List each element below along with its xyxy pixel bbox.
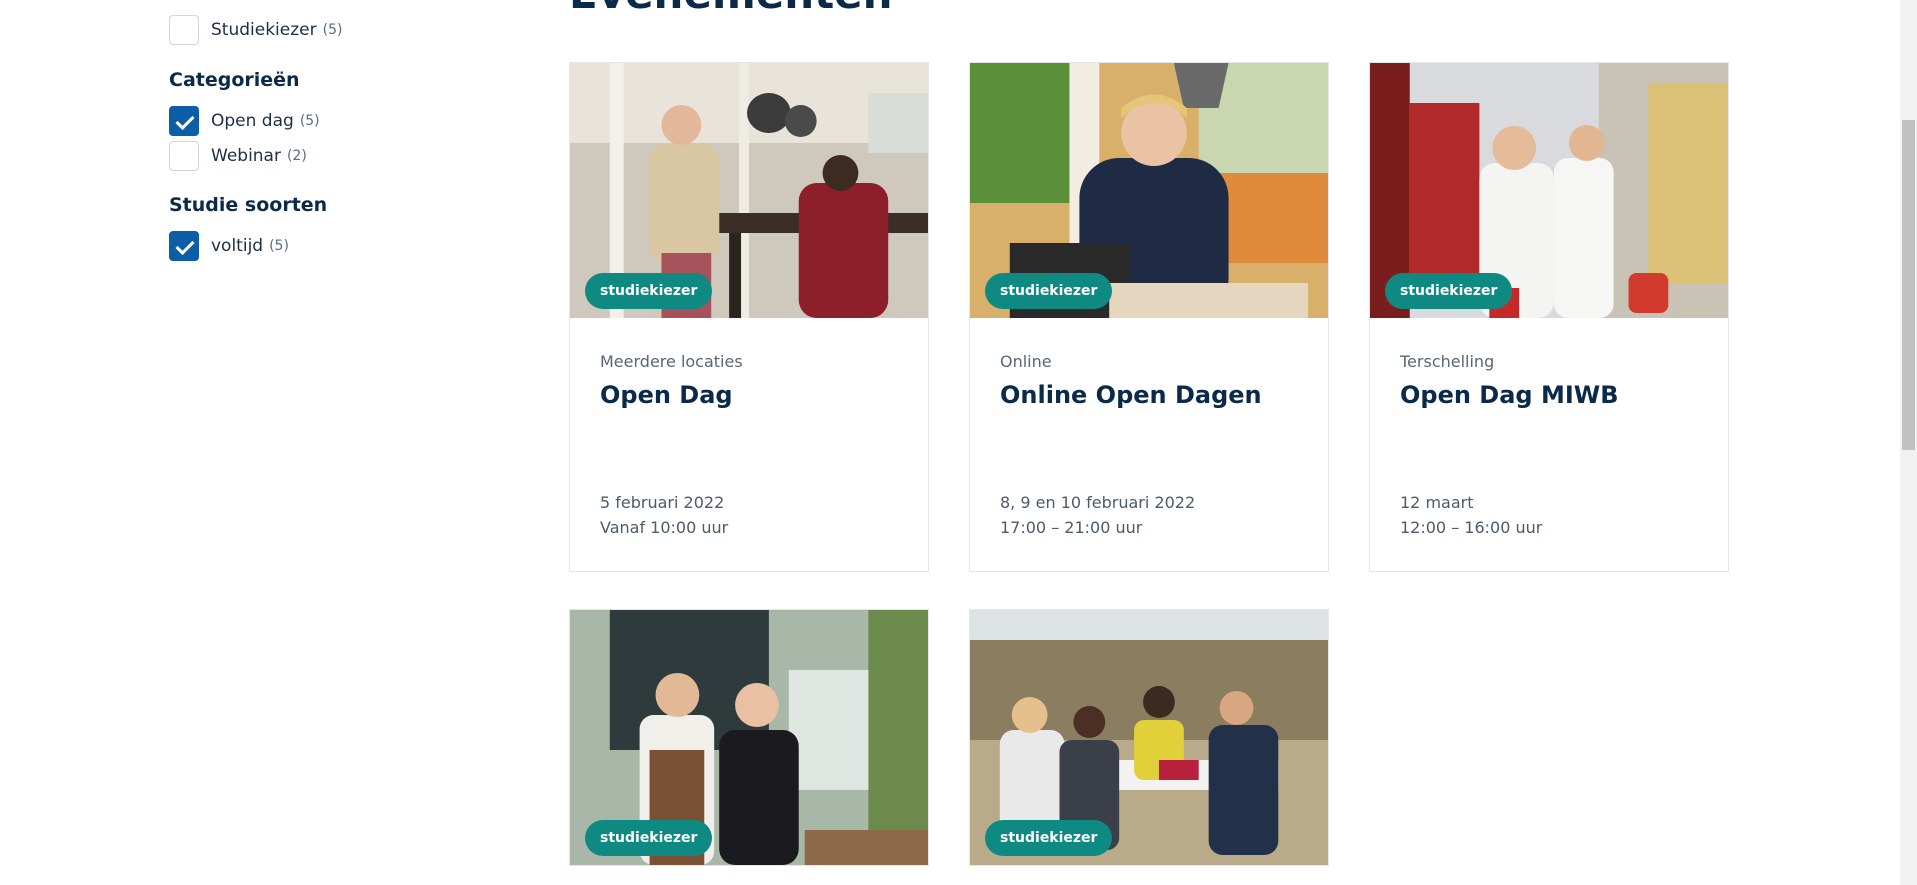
filter-label: Open dag	[211, 111, 294, 131]
event-details: Online Online Open Dagen 8, 9 en 10 febr…	[970, 318, 1328, 571]
event-photo: studiekiezer	[570, 63, 928, 318]
event-badge: studiekiezer	[585, 820, 713, 856]
event-card-4[interactable]: studiekiezer	[569, 609, 929, 866]
filter-studiekiezer[interactable]: Studiekiezer (5)	[169, 15, 342, 45]
event-badge: studiekiezer	[985, 273, 1113, 309]
filter-label: Studiekiezer	[211, 20, 317, 40]
event-location: Meerdere locaties	[600, 352, 743, 371]
filter-count: (5)	[299, 113, 320, 129]
scrollbar-thumb[interactable]	[1902, 120, 1915, 450]
event-photo: studiekiezer	[570, 610, 928, 865]
event-title[interactable]: Open Dag	[600, 381, 898, 409]
categories-heading: Categorieën	[169, 69, 300, 91]
event-time-line: 17:00 – 21:00 uur	[1000, 518, 1143, 537]
filter-count: (5)	[269, 238, 289, 254]
filter-label: Webinar	[211, 146, 281, 166]
event-location: Online	[1000, 352, 1052, 371]
event-title[interactable]: Open Dag MIWB	[1400, 381, 1698, 409]
event-date-line: 5 februari 2022	[600, 493, 725, 512]
filter-label: voltijd	[211, 236, 264, 256]
open-dag-checkbox[interactable]	[169, 106, 199, 136]
event-location: Terschelling	[1400, 352, 1495, 371]
event-card-open-dag[interactable]: studiekiezer Meerdere locaties Open Dag …	[569, 62, 929, 572]
event-details: Terschelling Open Dag MIWB 12 maart 12:0…	[1370, 318, 1728, 571]
filter-count: (5)	[322, 22, 343, 38]
event-time-line: Vanaf 10:00 uur	[600, 518, 729, 537]
event-date: 8, 9 en 10 februari 2022 17:00 – 21:00 u…	[1000, 490, 1195, 540]
event-badge: studiekiezer	[985, 820, 1113, 856]
event-card-online-open-dagen[interactable]: studiekiezer Online Online Open Dagen 8,…	[969, 62, 1329, 572]
event-date: 5 februari 2022 Vanaf 10:00 uur	[600, 490, 728, 540]
event-badge: studiekiezer	[585, 273, 713, 309]
event-photo: studiekiezer	[970, 610, 1328, 865]
webinar-checkbox[interactable]	[169, 141, 199, 171]
filter-webinar[interactable]: Webinar (2)	[169, 141, 307, 171]
study-types-heading: Studie soorten	[169, 194, 328, 216]
event-title[interactable]: Online Open Dagen	[1000, 381, 1298, 409]
filter-open-dag[interactable]: Open dag (5)	[169, 106, 320, 136]
event-photo: studiekiezer	[1370, 63, 1728, 318]
event-date-line: 12 maart	[1400, 493, 1474, 512]
page-scrollbar[interactable]	[1900, 0, 1917, 885]
event-details: Meerdere locaties Open Dag 5 februari 20…	[570, 318, 928, 571]
event-badge: studiekiezer	[1385, 273, 1513, 309]
page-title: Evenementen	[569, 0, 893, 18]
event-card-open-dag-miwb[interactable]: studiekiezer Terschelling Open Dag MIWB …	[1369, 62, 1729, 572]
event-date-line: 8, 9 en 10 februari 2022	[1000, 493, 1196, 512]
voltijd-checkbox[interactable]	[169, 231, 199, 261]
event-photo: studiekiezer	[970, 63, 1328, 318]
filter-count: (2)	[286, 148, 307, 164]
event-date: 12 maart 12:00 – 16:00 uur	[1400, 490, 1542, 540]
filter-voltijd[interactable]: voltijd (5)	[169, 231, 289, 261]
event-time-line: 12:00 – 16:00 uur	[1400, 518, 1543, 537]
studiekiezer-checkbox[interactable]	[169, 15, 199, 45]
event-card-5[interactable]: studiekiezer	[969, 609, 1329, 866]
